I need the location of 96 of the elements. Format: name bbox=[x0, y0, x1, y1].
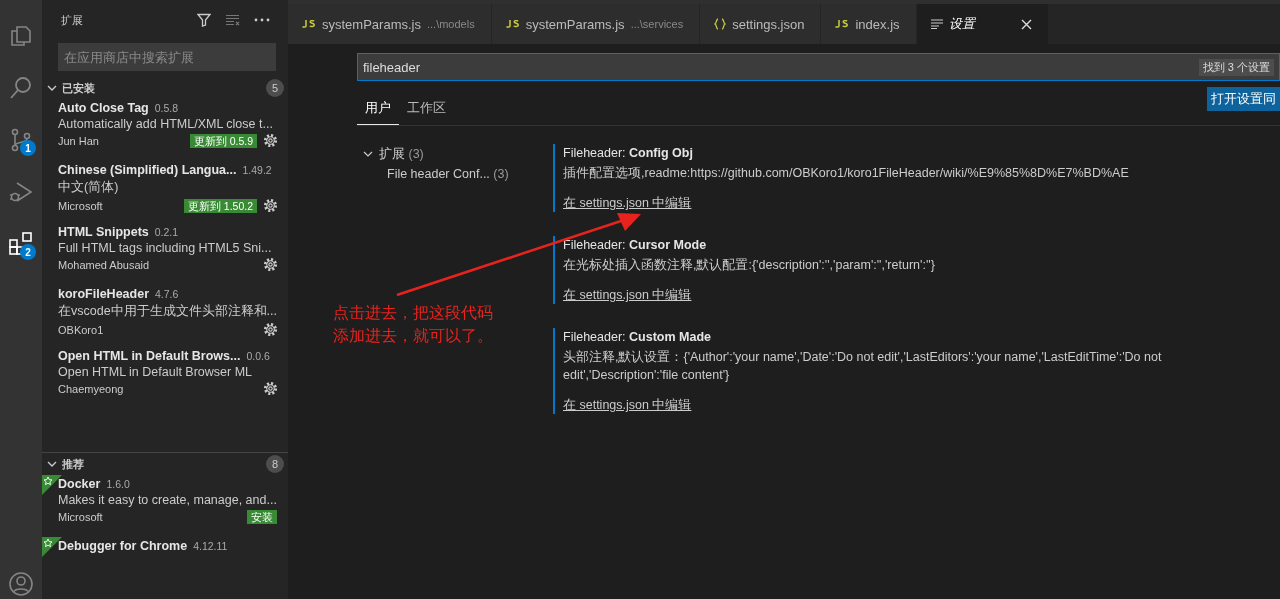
editor-tab[interactable]: systemParams.js ...\services bbox=[491, 4, 701, 44]
extension-version: 0.2.1 bbox=[154, 226, 180, 238]
settings-icon[interactable] bbox=[263, 381, 278, 396]
extension-name: koroFileHeader bbox=[58, 287, 149, 301]
extension-name: Open HTML in Default Brows... bbox=[58, 349, 241, 363]
extension-version: 1.6.0 bbox=[106, 478, 131, 490]
extension-item[interactable]: koroFileHeader 4.7.6 在vscode中用于生成文件头部注释和... OBKoro1 bbox=[42, 285, 288, 347]
editor-tab[interactable]: settings.json bbox=[700, 4, 822, 44]
tab-label: 设置 bbox=[948, 15, 975, 33]
count-badge: 8 bbox=[266, 455, 284, 473]
count-badge: 5 bbox=[266, 79, 284, 97]
files-icon bbox=[8, 23, 34, 49]
section-title[interactable]: 推荐 bbox=[62, 456, 261, 472]
extension-action-button[interactable]: 更新到 0.5.9 bbox=[189, 133, 257, 148]
extension-version: 4.12.11 bbox=[193, 540, 229, 552]
chevron-icon[interactable] bbox=[47, 459, 57, 469]
more-icon[interactable] bbox=[254, 18, 270, 22]
account-icon[interactable] bbox=[8, 571, 34, 597]
toc-item[interactable]: File header Conf... (3) bbox=[363, 164, 553, 184]
scope-tab[interactable]: 用户 bbox=[357, 91, 399, 125]
chevron-icon[interactable] bbox=[363, 149, 373, 159]
extension-name: Auto Close Tag bbox=[58, 101, 149, 115]
extension-publisher: Mohamed Abusaid bbox=[58, 258, 151, 271]
braces-icon bbox=[714, 18, 727, 30]
tab-path: ...\services bbox=[630, 18, 684, 30]
extension-item[interactable]: Chinese (Simplified) Langua... 1.49.2 中文(简体) Microsoft 更新到 1.50.2 bbox=[42, 161, 288, 223]
extensions-icon bbox=[8, 231, 34, 257]
settings-icon[interactable] bbox=[263, 322, 278, 337]
extension-item[interactable]: Debugger for Chrome 4.12.11 bbox=[42, 537, 288, 599]
settings-icon[interactable] bbox=[263, 133, 278, 148]
section-title[interactable]: 已安装 bbox=[62, 80, 261, 96]
extension-description: 在vscode中用于生成文件头部注释和... bbox=[58, 303, 278, 320]
scope-tab[interactable]: 工作区 bbox=[399, 91, 454, 125]
extension-publisher: Microsoft bbox=[58, 199, 104, 212]
search-field[interactable]: 在应用商店中搜索扩展 bbox=[58, 43, 276, 71]
tab-path: ...\models bbox=[426, 18, 475, 30]
sidebar-title: 扩展 bbox=[61, 12, 84, 28]
js-file-icon bbox=[505, 20, 520, 28]
extension-item[interactable]: Docker 1.6.0 Makes it easy to create, manage, and... Microsoft 安装 bbox=[42, 475, 288, 537]
extension-publisher: Microsoft bbox=[58, 510, 104, 523]
settings-icon[interactable] bbox=[263, 257, 278, 272]
search-icon bbox=[8, 75, 34, 101]
editor-tab[interactable]: systemParams.js ...\models bbox=[288, 4, 492, 44]
editor-tab[interactable]: index.js bbox=[821, 4, 917, 44]
setting-description: 在光标处插入函数注释,默认配置:{'description':'','param':'','return':''} bbox=[563, 257, 936, 274]
js-file-icon bbox=[835, 20, 850, 28]
extension-name: Debugger for Chrome bbox=[58, 539, 188, 553]
extension-item[interactable]: Auto Close Tag 0.5.8 Automatically add HTML/XML close t... Jun Han 更新到 0.5.9 bbox=[42, 99, 288, 161]
debug-icon bbox=[8, 179, 34, 205]
extension-item[interactable]: Open HTML in Default Brows... 0.0.6 Open HTML in Default Browser ML Chaemyeong bbox=[42, 347, 288, 409]
extension-publisher: OBKoro1 bbox=[58, 323, 105, 336]
activity-bar-item[interactable]: 1 bbox=[0, 114, 42, 166]
setting-title: Fileheader: Cursor Mode bbox=[563, 237, 708, 254]
sync-button[interactable]: 打开设置同 bbox=[1207, 87, 1280, 111]
setting-title: Fileheader: Custom Made bbox=[563, 329, 712, 346]
settings-icon[interactable] bbox=[263, 198, 278, 213]
extension-name: Docker bbox=[58, 477, 101, 491]
extension-action-button[interactable]: 安装 bbox=[247, 509, 277, 524]
extension-name: HTML Snippets bbox=[58, 225, 149, 239]
extension-name: Chinese (Simplified) Langua... bbox=[58, 163, 237, 177]
clear-list-icon[interactable] bbox=[225, 14, 240, 26]
extension-version: 0.0.6 bbox=[246, 350, 271, 362]
extension-description: 中文(简体) bbox=[58, 179, 120, 196]
extension-action-button[interactable]: 更新到 1.50.2 bbox=[183, 198, 257, 213]
extension-description: Makes it easy to create, manage, and... bbox=[58, 493, 278, 507]
extension-version: 1.49.2 bbox=[242, 164, 273, 176]
extension-description: Automatically add HTML/XML close t... bbox=[58, 117, 274, 131]
notification-badge: 2 bbox=[20, 244, 36, 260]
activity-bar-item[interactable]: 2 bbox=[0, 218, 42, 270]
toc-item[interactable]: 扩展 (3) bbox=[379, 145, 424, 163]
extension-description: Full HTML tags including HTML5 Sni... bbox=[58, 241, 273, 255]
tab-label: index.js bbox=[855, 16, 900, 32]
extension-item[interactable]: HTML Snippets 0.2.1 Full HTML tags including HTML5 Sni... Mohamed Abusaid bbox=[42, 223, 288, 285]
close-icon[interactable] bbox=[1020, 18, 1032, 30]
extension-publisher: Jun Han bbox=[58, 134, 100, 147]
lines-icon bbox=[930, 19, 943, 29]
setting-description: 插件配置选项,readme:https://github.com/OBKoro1/koro1FileHeader/wiki/%E9%85%8D%E7%BD%AE bbox=[563, 165, 1130, 182]
notification-badge: 1 bbox=[20, 140, 36, 156]
edit-in-settings-link[interactable]: 在 settings.json 中编辑 bbox=[563, 194, 692, 212]
filter-icon[interactable] bbox=[197, 13, 211, 27]
tab-label: systemParams.js bbox=[322, 16, 421, 32]
extension-publisher: Chaemyeong bbox=[58, 382, 125, 395]
setting-title: Fileheader: Config Obj bbox=[563, 145, 694, 162]
tab-label: systemParams.js bbox=[525, 16, 625, 32]
edit-in-settings-link[interactable]: 在 settings.json 中编辑 bbox=[563, 396, 692, 414]
extension-version: 0.5.8 bbox=[154, 102, 180, 114]
tab-label: settings.json bbox=[732, 16, 805, 32]
annotation-text: 点击进去，把这段代码 添加进去，就可以了。 bbox=[333, 303, 493, 346]
chevron-icon[interactable] bbox=[47, 83, 57, 93]
extension-description: Open HTML in Default Browser ML bbox=[58, 365, 254, 379]
setting-description: 头部注释,默认设置：{'Author':'your name','Date':'Do not edit','LastEditors':'your name','LastEditTime':'Do not edit','Description':'file content'} bbox=[563, 349, 1163, 384]
editor-tab[interactable]: 设置 bbox=[916, 4, 1049, 44]
result-count: 找到 3 个设置 bbox=[1198, 59, 1274, 76]
extension-version: 4.7.6 bbox=[155, 288, 180, 300]
edit-in-settings-link[interactable]: 在 settings.json 中编辑 bbox=[563, 286, 692, 304]
js-file-icon bbox=[302, 20, 316, 28]
